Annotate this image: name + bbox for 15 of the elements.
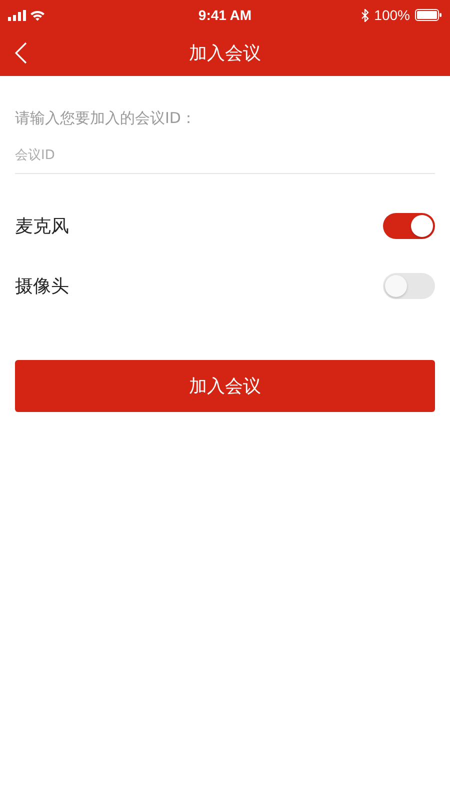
meeting-id-prompt: 请输入您要加入的会议ID： — [15, 109, 196, 128]
signal-icon — [8, 10, 26, 20]
toggle-label: 摄像头 — [15, 275, 69, 298]
status-time: 9:41 AM — [198, 7, 252, 23]
wifi-icon — [30, 10, 45, 20]
meeting-id-field[interactable]: 会议ID — [15, 142, 435, 174]
battery-percent: 100% — [374, 7, 410, 23]
toggle-switch[interactable] — [383, 213, 435, 239]
battery-icon — [414, 9, 442, 21]
bluetooth-icon — [361, 8, 370, 22]
toggle-switch[interactable] — [383, 273, 435, 299]
toggle-label: 麦克风 — [15, 215, 69, 238]
join-meeting-button[interactable]: 加入会议 — [15, 360, 435, 412]
back-button[interactable] — [14, 41, 28, 65]
nav-title: 加入会议 — [189, 42, 261, 65]
